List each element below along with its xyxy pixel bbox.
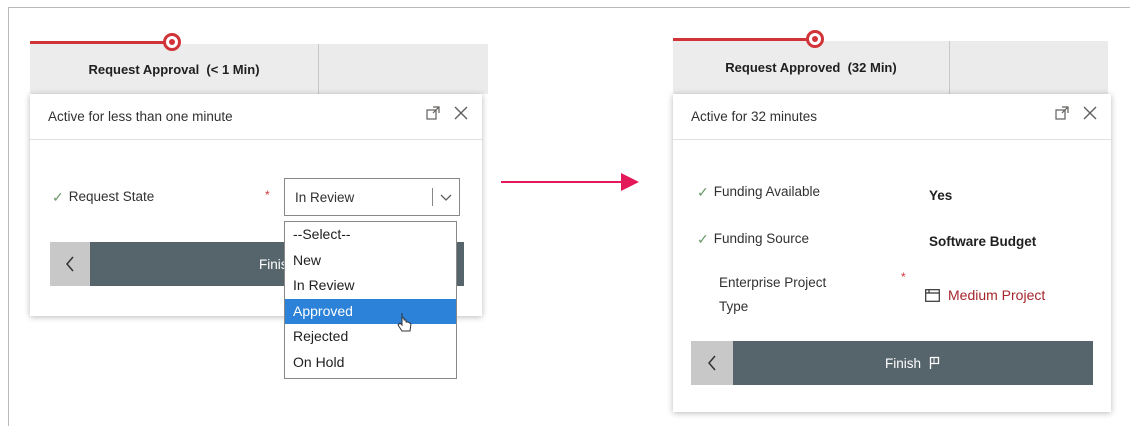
field-label-line2: Type [719, 299, 749, 314]
transition-arrow-head [621, 173, 639, 191]
stage-progress-line [30, 41, 170, 44]
checkmark-icon: ✓ [52, 189, 64, 205]
finish-button[interactable]: Finish [733, 341, 1093, 385]
finish-label: Finish [884, 355, 921, 371]
stage-tab-label: Request Approval (< 1 Min) [88, 61, 260, 77]
chevron-down-icon[interactable] [433, 190, 459, 205]
stage-progress-line [673, 38, 813, 41]
option-in-review[interactable]: In Review [285, 273, 456, 299]
flyout-header-text: Active for 32 minutes [691, 109, 818, 124]
request-state-select[interactable]: In Review [284, 178, 460, 216]
chevron-left-icon [708, 355, 716, 371]
select-value: In Review [295, 189, 355, 205]
option-rejected[interactable]: Rejected [285, 324, 456, 350]
close-icon[interactable] [454, 106, 468, 120]
option-approved[interactable]: Approved [285, 298, 456, 324]
checkmark-icon: ✓ [697, 184, 709, 200]
chevron-left-icon [66, 256, 74, 272]
back-button[interactable] [50, 242, 90, 286]
option-on-hold[interactable]: On Hold [285, 350, 456, 376]
required-marker: * [901, 270, 906, 284]
stage-tab-request-approval[interactable]: Request Approval (< 1 Min) [30, 44, 319, 94]
flyout-header: Active for 32 minutes [673, 94, 1111, 140]
left-stage-tabbar: Request Approval (< 1 Min) [30, 44, 488, 94]
flag-icon [929, 356, 940, 369]
option-new[interactable]: New [285, 248, 456, 274]
transition-arrow-line [501, 181, 623, 183]
stage-tab-request-approved[interactable]: Request Approved (32 Min) [673, 41, 950, 94]
field-label: Funding Available [713, 184, 821, 199]
mouse-pointer-icon [397, 313, 412, 332]
stage-active-dot[interactable] [806, 30, 824, 48]
lookup-value[interactable]: Medium Project [948, 287, 1045, 303]
option-select[interactable]: --Select-- [285, 222, 456, 248]
flyout-footer: Finish [691, 341, 1093, 385]
project-type-lookup[interactable]: Medium Project [925, 287, 1045, 303]
field-label: Funding Source [713, 231, 810, 246]
pop-out-icon[interactable] [1055, 106, 1069, 120]
stage-flyout-right: Active for 32 minutes ✓ Funding Availabl… [673, 94, 1111, 412]
funding-source-value: Software Budget [929, 234, 1037, 249]
funding-available-value: Yes [929, 188, 953, 203]
field-enterprise-project-type: Enterprise Project Type [719, 271, 826, 319]
frame-top-border [8, 7, 1130, 8]
back-button[interactable] [691, 341, 733, 385]
record-icon [925, 288, 940, 302]
field-label: Request State [68, 189, 155, 204]
flyout-header-text: Active for less than one minute [48, 109, 233, 124]
stage-tab-label: Request Approved (32 Min) [725, 60, 897, 75]
flyout-header: Active for less than one minute [30, 94, 482, 140]
right-stage-tabbar: Request Approved (32 Min) [673, 41, 1108, 94]
stage-active-dot[interactable] [163, 33, 181, 51]
field-request-state: ✓ Request State [52, 189, 154, 205]
field-funding-source: ✓ Funding Source [697, 231, 809, 247]
required-marker: * [265, 188, 270, 202]
field-funding-available: ✓ Funding Available [697, 184, 820, 200]
pop-out-icon[interactable] [426, 106, 440, 120]
frame-left-border [8, 7, 9, 426]
checkmark-icon: ✓ [697, 231, 709, 247]
request-state-dropdown: --Select-- New In Review Approved Reject… [284, 221, 457, 379]
close-icon[interactable] [1083, 106, 1097, 120]
field-label-line1: Enterprise Project [719, 275, 827, 290]
